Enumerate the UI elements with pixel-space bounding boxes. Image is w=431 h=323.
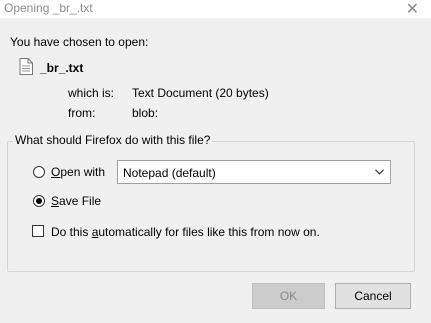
auto-label-pre: Do this (51, 225, 92, 239)
which-is-label: which is: (68, 86, 115, 100)
save-file-radio[interactable] (33, 195, 45, 207)
application-select[interactable]: Notepad (default) (117, 160, 391, 184)
title-bar: Opening _br_.txt ✕ (0, 0, 431, 18)
file-name: _br_.txt (40, 61, 84, 75)
save-file-label-rest: ave File (59, 194, 102, 208)
open-with-label[interactable]: Open with (51, 165, 105, 179)
open-with-access-key: O (51, 165, 61, 179)
open-with-radio[interactable] (33, 166, 45, 178)
file-icon (19, 58, 33, 75)
intro-text: You have chosen to open: (10, 35, 149, 49)
from-value: blob: (132, 106, 159, 120)
ok-button[interactable]: OK (252, 283, 325, 309)
auto-label-rest: utomatically for files like this from no… (98, 225, 320, 239)
group-legend: What should Firefox do with this file? (13, 133, 213, 147)
chevron-down-icon (375, 169, 384, 175)
cancel-button[interactable]: Cancel (335, 283, 411, 309)
window-title: Opening _br_.txt (4, 1, 93, 15)
auto-checkbox[interactable] (32, 225, 44, 237)
save-file-access-key: S (51, 194, 60, 208)
from-label: from: (68, 106, 96, 120)
open-with-label-rest: pen with (60, 165, 106, 179)
application-select-value: Notepad (default) (123, 166, 216, 180)
auto-label[interactable]: Do this automatically for files like thi… (51, 225, 320, 239)
file-type-value: Text Document (20 bytes) (132, 86, 269, 100)
save-file-label[interactable]: Save File (51, 194, 101, 208)
close-icon[interactable]: ✕ (406, 0, 419, 19)
